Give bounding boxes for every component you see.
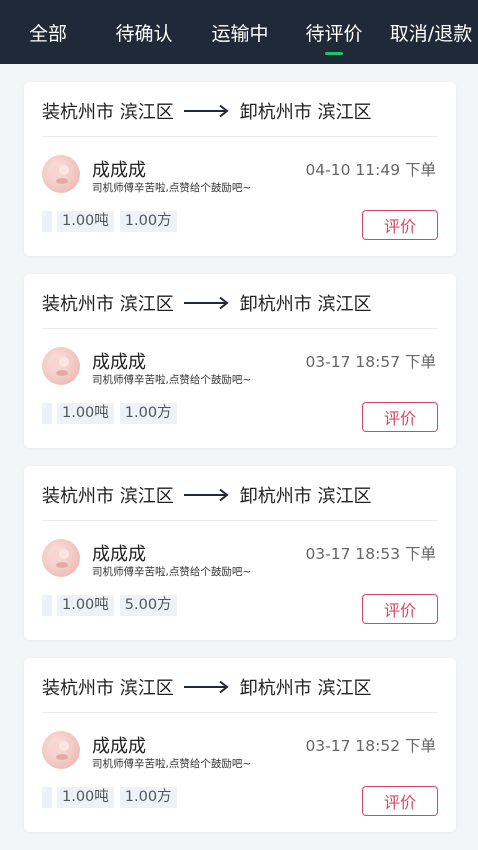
order-card[interactable]: 装杭州市 滨江区 卸杭州市 滨江区 成成成 司机师傅辛苦啦,点赞给个鼓励吧~ 0…: [24, 466, 456, 640]
driver-name: 成成成: [92, 160, 146, 181]
divider: [42, 712, 438, 713]
tab-label: 全部: [28, 22, 67, 45]
tab-pending-review[interactable]: 待评价: [302, 0, 366, 64]
tag-blank: [42, 211, 52, 232]
cargo-tags: 1.00吨 1.00方: [42, 787, 183, 808]
avatar-flower-image: [50, 549, 69, 568]
order-time: 03-17 18:52 下单: [305, 737, 436, 755]
unload-location: 卸杭州市 滨江区: [239, 486, 372, 507]
unload-location: 卸杭州市 滨江区: [239, 678, 372, 699]
driver-avatar: [42, 347, 80, 385]
driver-name: 成成成: [92, 544, 146, 565]
unload-location: 卸杭州市 滨江区: [239, 294, 372, 315]
volume-tag: 5.00方: [119, 595, 177, 616]
load-location: 装杭州市 滨江区: [42, 678, 174, 699]
tab-label: 取消/退款: [389, 22, 473, 45]
load-location: 装杭州市 滨江区: [42, 102, 174, 123]
review-prompt: 司机师傅辛苦啦,点赞给个鼓励吧~: [92, 758, 252, 770]
route: 装杭州市 滨江区 卸杭州市 滨江区: [42, 288, 371, 318]
cargo-tags: 1.00吨 1.00方: [42, 211, 183, 232]
weight-tag: 1.00吨: [57, 403, 114, 424]
tag-blank: [42, 787, 52, 808]
driver-avatar: [42, 155, 80, 193]
load-location: 装杭州市 滨江区: [42, 294, 174, 315]
order-time: 03-17 18:57 下单: [305, 353, 436, 371]
route: 装杭州市 滨江区 卸杭州市 滨江区: [42, 480, 371, 510]
order-card[interactable]: 装杭州市 滨江区 卸杭州市 滨江区 成成成 司机师傅辛苦啦,点赞给个鼓励吧~ 0…: [24, 82, 456, 256]
cargo-tags: 1.00吨 5.00方: [42, 595, 183, 616]
tag-blank: [42, 595, 52, 616]
weight-tag: 1.00吨: [57, 595, 114, 616]
order-card[interactable]: 装杭州市 滨江区 卸杭州市 滨江区 成成成 司机师傅辛苦啦,点赞给个鼓励吧~ 0…: [24, 658, 456, 832]
divider: [42, 136, 438, 137]
order-time: 04-10 11:49 下单: [305, 161, 436, 179]
tab-all[interactable]: 全部: [24, 0, 72, 64]
volume-tag: 1.00方: [119, 211, 177, 232]
cargo-tags: 1.00吨 1.00方: [42, 403, 183, 424]
arrow-right-icon: [183, 296, 229, 310]
tab-label: 运输中: [211, 22, 269, 45]
avatar-flower-image: [50, 165, 69, 184]
tab-label: 待评价: [305, 22, 363, 45]
arrow-right-icon: [183, 488, 229, 502]
divider: [42, 328, 438, 329]
rate-button[interactable]: 评价: [362, 210, 438, 240]
weight-tag: 1.00吨: [57, 211, 114, 232]
order-card[interactable]: 装杭州市 滨江区 卸杭州市 滨江区 成成成 司机师傅辛苦啦,点赞给个鼓励吧~ 0…: [24, 274, 456, 448]
order-status-tabbar: 全部 待确认 运输中 待评价 取消/退款: [0, 0, 478, 64]
route: 装杭州市 滨江区 卸杭州市 滨江区: [42, 672, 371, 702]
rate-button[interactable]: 评价: [362, 594, 438, 624]
review-prompt: 司机师傅辛苦啦,点赞给个鼓励吧~: [92, 566, 252, 578]
order-time: 03-17 18:53 下单: [305, 545, 436, 563]
rate-button[interactable]: 评价: [362, 786, 438, 816]
tag-blank: [42, 403, 52, 424]
route: 装杭州市 滨江区 卸杭州市 滨江区: [42, 96, 371, 126]
unload-location: 卸杭州市 滨江区: [239, 102, 372, 123]
load-location: 装杭州市 滨江区: [42, 486, 174, 507]
active-tab-indicator: [325, 52, 343, 55]
tab-cancel-refund[interactable]: 取消/退款: [386, 0, 476, 64]
rate-button[interactable]: 评价: [362, 402, 438, 432]
driver-avatar: [42, 731, 80, 769]
weight-tag: 1.00吨: [57, 787, 114, 808]
tab-pending-confirm[interactable]: 待确认: [112, 0, 176, 64]
review-prompt: 司机师傅辛苦啦,点赞给个鼓励吧~: [92, 374, 252, 386]
avatar-flower-image: [50, 357, 69, 376]
volume-tag: 1.00方: [119, 787, 177, 808]
tab-in-transit[interactable]: 运输中: [208, 0, 272, 64]
divider: [42, 520, 438, 521]
tab-label: 待确认: [115, 22, 173, 45]
volume-tag: 1.00方: [119, 403, 177, 424]
arrow-right-icon: [183, 680, 229, 694]
driver-name: 成成成: [92, 352, 146, 373]
avatar-flower-image: [50, 741, 69, 760]
arrow-right-icon: [183, 104, 229, 118]
driver-avatar: [42, 539, 80, 577]
driver-name: 成成成: [92, 736, 146, 757]
review-prompt: 司机师傅辛苦啦,点赞给个鼓励吧~: [92, 182, 252, 194]
